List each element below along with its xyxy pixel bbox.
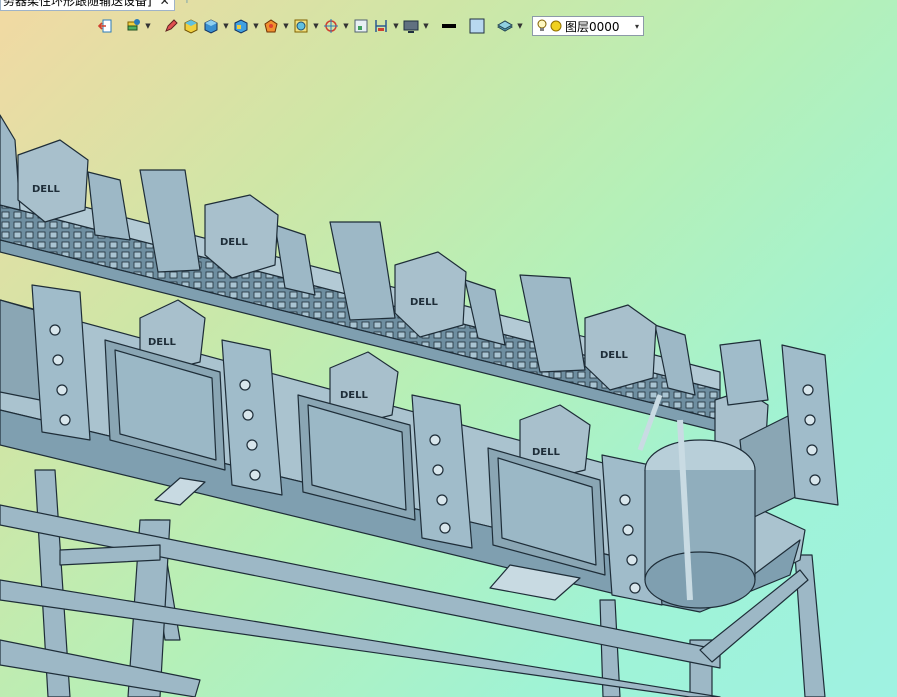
conveyor-model[interactable]: DELL DELL DELL DELL DELL DELL DELL [0,0,897,697]
toolbar: ▼ ▼ ▼ ▼ ▼ ▼ ▼ ▼ ▼ 图层0000 ▾ [96,14,644,38]
3d-viewport[interactable]: DELL DELL DELL DELL DELL DELL DELL [0,0,897,697]
measure-icon[interactable] [352,17,370,35]
document-tab-bar: 务器柔性环形跟随输送设备] ✕ + [0,0,897,11]
svg-text:DELL: DELL [410,297,439,308]
chevron-down-icon[interactable]: ▼ [222,17,230,35]
document-tab[interactable]: 务器柔性环形跟随输送设备] ✕ [0,0,175,11]
svg-text:DELL: DELL [600,350,629,361]
chevron-down-icon[interactable]: ▼ [252,17,260,35]
solid-box-icon[interactable] [182,17,200,35]
chevron-down-icon[interactable]: ▼ [392,17,400,35]
svg-text:DELL: DELL [148,337,177,348]
chevron-down-icon[interactable]: ▼ [516,17,524,35]
dimension-icon[interactable] [372,17,390,35]
chevron-down-icon[interactable]: ▼ [144,17,152,35]
close-icon[interactable]: ✕ [160,0,170,8]
chevron-down-icon[interactable]: ▼ [282,17,290,35]
lightbulb-icon [537,19,547,31]
cube-icon[interactable] [202,17,220,35]
document-tab-title: 务器柔性环形跟随输送设备] [3,0,152,8]
section-icon[interactable] [292,17,310,35]
exit-icon[interactable] [96,17,114,35]
svg-text:DELL: DELL [532,447,561,458]
svg-text:DELL: DELL [32,184,61,195]
sun-icon [550,20,562,32]
chevron-down-icon[interactable]: ▼ [342,17,350,35]
pencil-icon[interactable] [162,17,180,35]
target-icon[interactable] [322,17,340,35]
chevron-down-icon[interactable]: ▾ [635,22,639,31]
fill-color-icon[interactable] [468,17,486,35]
layer-name: 图层0000 [565,19,620,34]
view-cube-icon[interactable] [232,17,250,35]
display-icon[interactable] [402,17,420,35]
shade-icon[interactable] [262,17,280,35]
plane-icon[interactable] [496,17,514,35]
new-tab-icon[interactable]: + [180,0,194,8]
chevron-down-icon[interactable]: ▼ [312,17,320,35]
chevron-down-icon[interactable]: ▼ [422,17,430,35]
svg-text:DELL: DELL [340,390,369,401]
line-color-icon[interactable] [440,17,458,35]
layers-icon[interactable] [124,17,142,35]
layer-select[interactable]: 图层0000 ▾ [532,16,644,36]
svg-text:DELL: DELL [220,237,249,248]
